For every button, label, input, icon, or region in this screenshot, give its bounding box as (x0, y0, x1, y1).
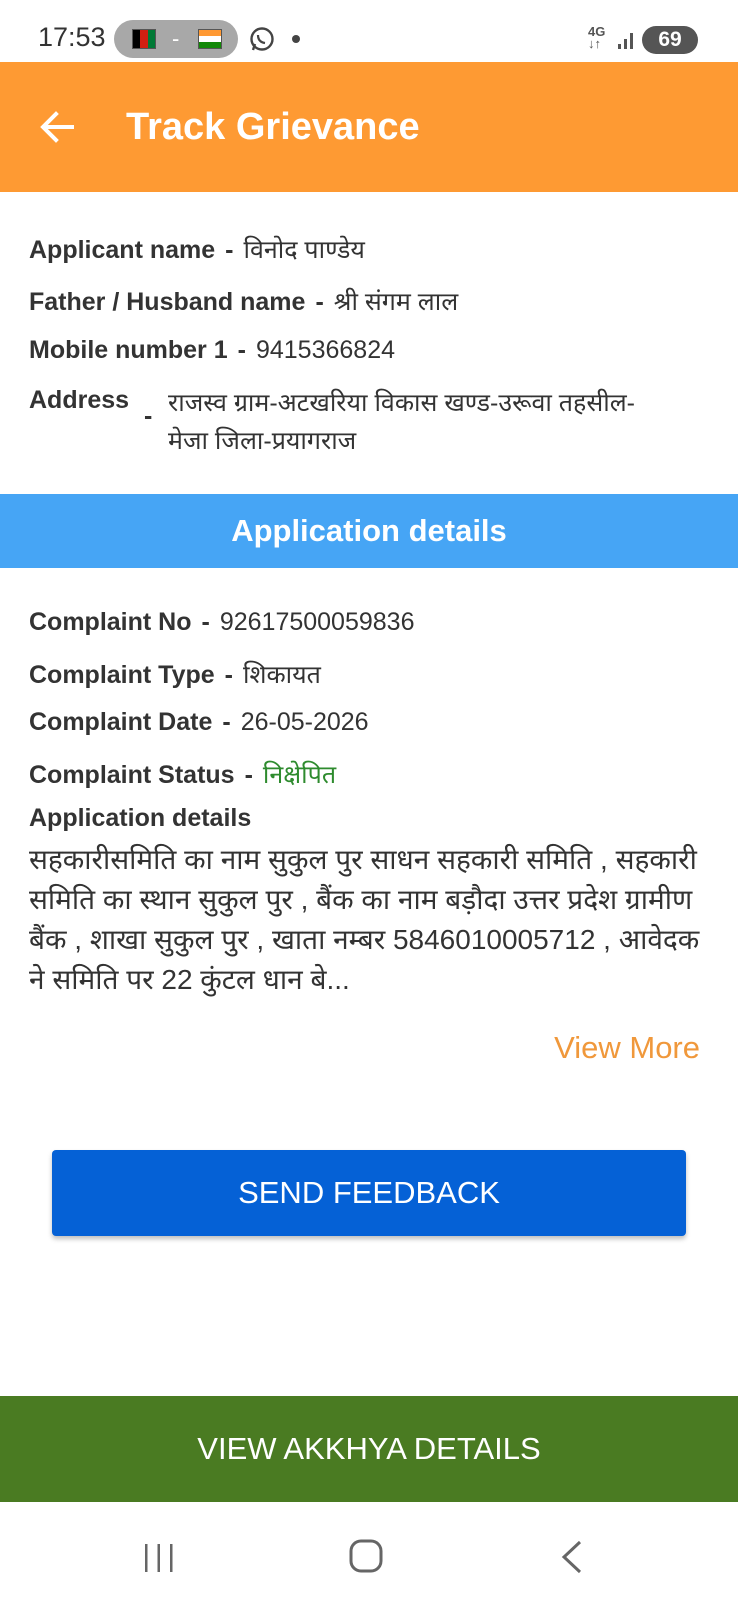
separator: - (237, 336, 246, 364)
father-name-value: श्री संगम लाल (333, 288, 459, 316)
father-name-row: Father / Husband name - श्री संगम लाल (29, 284, 458, 318)
arrow-left-icon[interactable] (36, 106, 78, 148)
mobile-row: Mobile number 1-9415366824 (29, 336, 395, 365)
complaint-status-label: Complaint Status (29, 761, 235, 789)
complaint-no-value: 92617500059836 (219, 608, 415, 636)
pill-separator: - (172, 26, 180, 51)
mobile-label: Mobile number 1 (29, 336, 228, 364)
battery-icon: 69 (642, 26, 698, 54)
afghanistan-flag-icon (132, 29, 156, 49)
father-name-label: Father / Husband name (29, 288, 306, 316)
separator: - (315, 288, 324, 316)
separator: - (244, 761, 253, 789)
status-bar: 17:53 - 4G ↓↑ 69 (0, 0, 738, 62)
complaint-date-value: 26-05-2026 (240, 708, 369, 736)
app-bar: Track Grievance (0, 62, 738, 192)
view-akkhya-details-button[interactable]: VIEW AKKHYA DETAILS (0, 1396, 738, 1502)
india-flag-icon (198, 29, 222, 49)
send-feedback-button[interactable]: SEND FEEDBACK (52, 1150, 686, 1236)
complaint-date-row: Complaint Date -26-05-2026 (29, 708, 369, 737)
page-title: Track Grievance (126, 106, 420, 148)
complaint-type-value: शिकायत (243, 661, 321, 689)
complaint-status-value: निक्षेपित (262, 761, 337, 789)
mobile-value: 9415366824 (255, 336, 396, 364)
view-more-link[interactable]: View More (554, 1030, 700, 1066)
complaint-no-row: Complaint No -92617500059836 (29, 608, 414, 637)
separator: - (224, 661, 233, 689)
notification-pill: - (114, 20, 238, 58)
application-details-text: सहकारीसमिति का नाम सुकुल पुर साधन सहकारी… (29, 844, 700, 995)
section-header: Application details (0, 494, 738, 568)
status-time: 17:53 (38, 22, 106, 52)
complaint-status-row: Complaint Status - निक्षेपित (29, 757, 336, 791)
address-value: राजस्व ग्राम-अटखरिया विकास खण्ड-उरूवा तह… (168, 389, 635, 455)
network-type: 4G ↓↑ (588, 24, 606, 51)
applicant-name-label: Applicant name (29, 236, 216, 264)
separator: - (222, 708, 231, 736)
notification-dot-icon (292, 35, 300, 43)
complaint-type-row: Complaint Type - शिकायत (29, 657, 321, 691)
separator: - (225, 236, 234, 264)
complaint-date-label: Complaint Date (29, 708, 213, 736)
separator: - (201, 608, 210, 636)
applicant-name-value: विनोद पाण्डेय (243, 236, 365, 264)
home-icon[interactable] (348, 1538, 384, 1574)
application-details-label: Application details (29, 804, 252, 832)
applicant-name-row: Applicant name - विनोद पाण्डेय (29, 232, 365, 266)
address-label: Address (29, 386, 130, 414)
system-nav-bar (0, 1502, 738, 1600)
complaint-no-label: Complaint No (29, 608, 192, 636)
separator: - (144, 402, 153, 430)
complaint-type-label: Complaint Type (29, 661, 215, 689)
signal-icon (618, 33, 633, 49)
back-nav-icon[interactable] (560, 1540, 584, 1574)
whatsapp-icon (250, 27, 274, 51)
recent-apps-icon[interactable] (142, 1542, 176, 1574)
